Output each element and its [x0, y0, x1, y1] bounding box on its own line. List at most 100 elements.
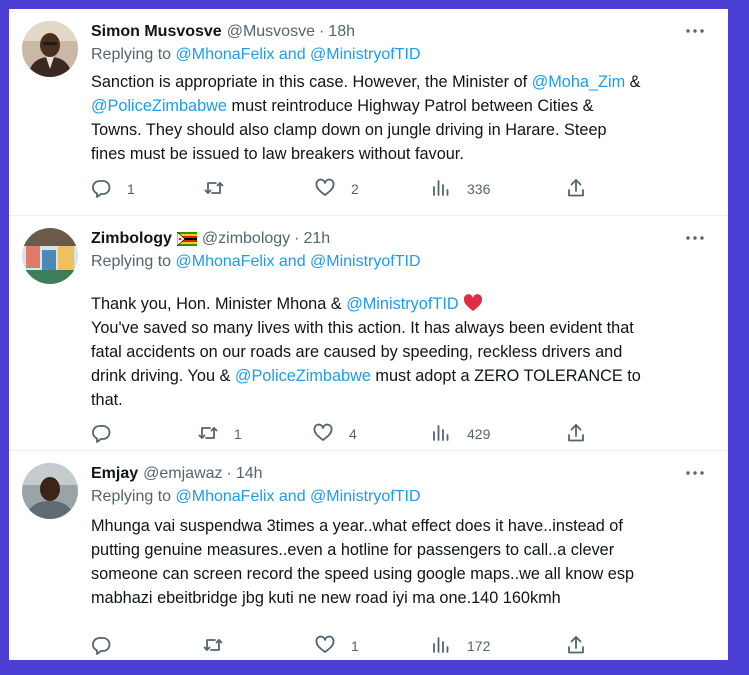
views-button[interactable]: 429 [431, 422, 490, 446]
like-button[interactable]: 2 [315, 177, 359, 201]
share-icon [566, 178, 586, 201]
author-handle[interactable]: @emjawaz [143, 465, 222, 483]
share-icon [566, 423, 586, 446]
tweet-text-segment: putting genuine measures..even a hotline… [91, 541, 615, 559]
reply-icon [91, 178, 111, 201]
retweet-button[interactable] [204, 177, 240, 201]
views-icon [431, 635, 451, 658]
tweet-text-line: that. [91, 388, 714, 412]
reply-button[interactable] [91, 422, 127, 446]
replying-to-link[interactable]: @MhonaFelix and @MinistryofTID [176, 46, 421, 63]
reply-button[interactable] [91, 634, 127, 658]
more-options-icon[interactable] [682, 463, 708, 483]
heart-icon [313, 423, 333, 446]
reply-count: 1 [127, 181, 135, 197]
retweet-count: 1 [234, 426, 242, 442]
author-handle[interactable]: @zimbology [202, 230, 290, 248]
zimbabwe-flag-icon [176, 231, 197, 247]
author-name[interactable]: Zimbology [91, 230, 172, 248]
retweet-icon [204, 178, 224, 201]
tweet-text-line: You've saved so many lives with this act… [91, 316, 714, 340]
tweet-text-segment: Sanction is appropriate in this case. Ho… [91, 73, 532, 91]
tweet-text-line: fines must be issued to law breakers wit… [91, 142, 714, 166]
tweet-text-line: someone can screen record the speed usin… [91, 562, 714, 586]
replying-to: Replying to @MhonaFelix and @MinistryofT… [91, 488, 421, 506]
author-handle[interactable]: @Musvosve [227, 23, 315, 41]
share-button[interactable] [566, 634, 586, 658]
share-button[interactable] [566, 177, 586, 201]
mention-link[interactable]: @Moha_Zim [532, 73, 625, 91]
tweet-text-line: mabhazi ebeitbridge jbg kuti ne new road… [91, 586, 714, 610]
tweet-text-segment: someone can screen record the speed usin… [91, 565, 635, 583]
retweet-icon [203, 635, 223, 658]
views-button[interactable]: 336 [431, 177, 490, 201]
reply-button[interactable]: 1 [91, 177, 135, 201]
mention-link[interactable]: @MinistryofTID [346, 295, 458, 313]
action-bar: 1 172 [91, 634, 714, 658]
tweet-text: Mhunga vai suspendwa 3times a year..what… [91, 514, 714, 610]
more-options-icon[interactable] [682, 21, 708, 41]
retweet-button[interactable] [203, 634, 239, 658]
views-count: 172 [467, 638, 491, 654]
dot-separator: · [226, 465, 232, 482]
dot-separator: · [318, 23, 325, 40]
author-name[interactable]: Emjay [91, 465, 138, 483]
timestamp[interactable]: 18h [328, 23, 355, 41]
avatar[interactable] [22, 21, 78, 77]
tweet-text-segment: Mhunga vai suspendwa 3times a year..what… [91, 517, 623, 535]
tweet-text-segment: Thank you, Hon. Minister Mhona & [91, 295, 347, 313]
tweet-text-line: Towns. They should also clamp down on ju… [91, 118, 714, 142]
retweet-icon [198, 423, 218, 446]
tweet-header: Zimbology @zimbology · 21h [91, 228, 330, 250]
avatar[interactable] [22, 463, 78, 519]
tweet-header: Simon Musvosve @Musvosve · 18h [91, 21, 355, 43]
tweet-text-line: drink driving. You & @PoliceZimbabwe mus… [91, 364, 714, 388]
tweet-text-segment: You've saved so many lives with this act… [91, 319, 634, 337]
tweet-text-segment: & [625, 73, 641, 91]
replying-to: Replying to @MhonaFelix and @MinistryofT… [91, 46, 421, 64]
tweet-text-segment: mabhazi ebeitbridge jbg kuti ne new road… [91, 589, 561, 607]
timestamp[interactable]: 14h [236, 465, 263, 483]
tweet-text-line: Mhunga vai suspendwa 3times a year..what… [91, 514, 714, 538]
tweet-text-line: fatal accidents on our roads are caused … [91, 340, 714, 364]
share-button[interactable] [566, 422, 586, 446]
replying-to-label: Replying to [91, 253, 176, 270]
tweet-text: Sanction is appropriate in this case. Ho… [91, 70, 714, 166]
tweet-card[interactable]: Zimbology @zimbology · 21h Replying to @… [9, 216, 728, 451]
tweet-text-segment: must reintroduce Highway Patrol between … [226, 97, 594, 115]
author-name[interactable]: Simon Musvosve [91, 23, 222, 41]
views-icon [431, 423, 451, 446]
tweet-card[interactable]: Emjay @emjawaz · 14h Replying to @MhonaF… [9, 451, 728, 660]
tweet-text-line: putting genuine measures..even a hotline… [91, 538, 714, 562]
avatar[interactable] [22, 228, 78, 284]
like-count: 1 [351, 638, 359, 654]
tweet-text-line: Thank you, Hon. Minister Mhona & @Minist… [91, 292, 714, 316]
views-count: 429 [467, 426, 491, 442]
heart-icon [315, 178, 335, 201]
replying-to-link[interactable]: @MhonaFelix and @MinistryofTID [176, 253, 421, 270]
retweet-button[interactable]: 1 [198, 422, 242, 446]
views-icon [431, 178, 451, 201]
tweet-text-line: Sanction is appropriate in this case. Ho… [91, 70, 714, 94]
timestamp[interactable]: 21h [304, 230, 331, 248]
tweet-text-segment: Towns. They should also clamp down on ju… [91, 121, 607, 139]
like-button[interactable]: 4 [313, 422, 357, 446]
mention-link[interactable]: @PoliceZimbabwe [235, 367, 371, 385]
views-count: 336 [467, 181, 491, 197]
tweet-card[interactable]: Simon Musvosve @Musvosve · 18h Replying … [9, 9, 728, 216]
red-heart-icon [463, 292, 483, 316]
more-options-icon[interactable] [682, 228, 708, 248]
like-count: 2 [351, 181, 359, 197]
tweet-text-segment: fines must be issued to law breakers wit… [91, 145, 464, 163]
action-bar: 1 2 336 [91, 177, 714, 201]
replying-to-label: Replying to [91, 46, 176, 63]
dot-separator: · [294, 230, 300, 247]
reply-icon [91, 635, 111, 658]
tweet-text-line: @PoliceZimbabwe must reintroduce Highway… [91, 94, 714, 118]
action-bar: 1 4 429 [91, 422, 714, 446]
like-button[interactable]: 1 [315, 634, 359, 658]
views-button[interactable]: 172 [431, 634, 490, 658]
replying-to-link[interactable]: @MhonaFelix and @MinistryofTID [176, 488, 421, 505]
tweet-text-segment: fatal accidents on our roads are caused … [91, 343, 623, 361]
mention-link[interactable]: @PoliceZimbabwe [91, 97, 227, 115]
